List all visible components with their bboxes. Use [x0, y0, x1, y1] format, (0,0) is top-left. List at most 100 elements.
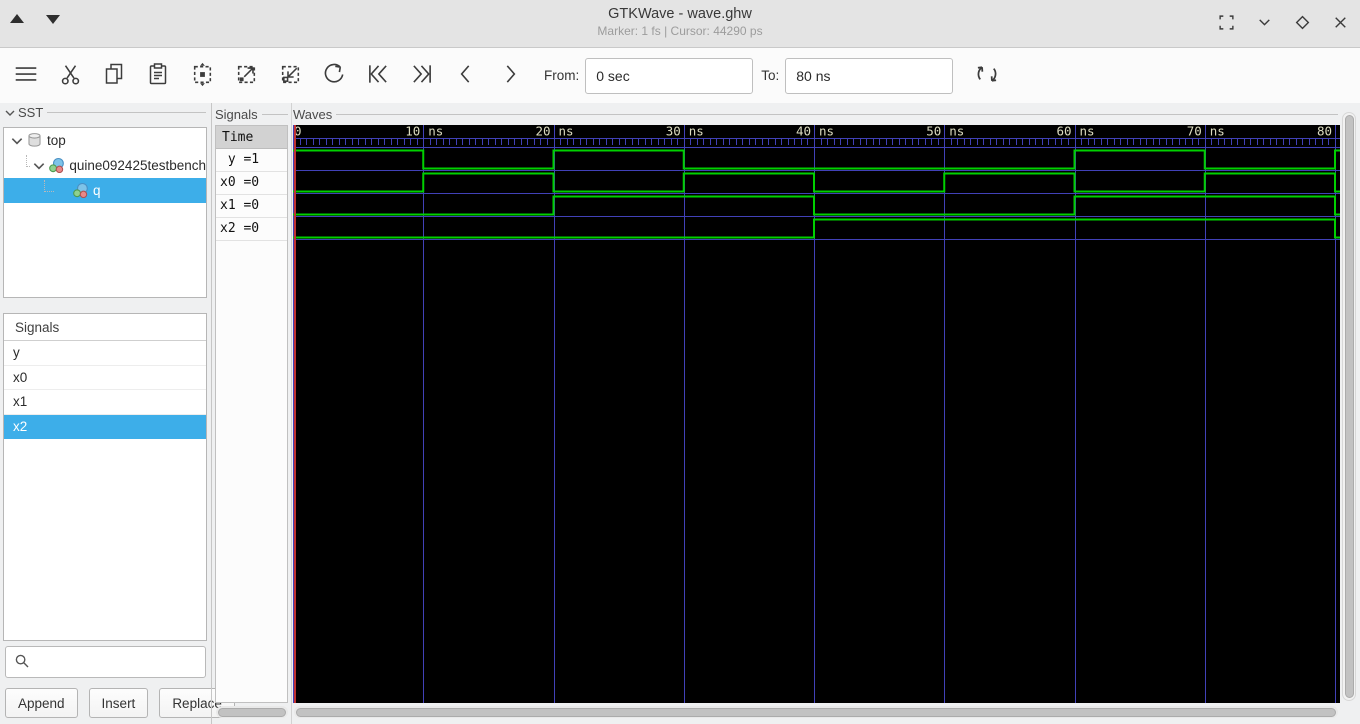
time-header: Time [216, 126, 287, 149]
chevron-down-icon[interactable] [10, 134, 24, 148]
undo-button[interactable] [312, 56, 356, 96]
svg-text:ns: ns [819, 125, 834, 139]
signal-list-item-x2[interactable]: x2 [4, 414, 206, 439]
tree-guide-line [26, 154, 31, 167]
reload-button[interactable] [965, 56, 1009, 96]
from-input[interactable] [585, 57, 754, 94]
minimize-icon [1256, 14, 1273, 34]
collapse-sst-icon[interactable] [4, 107, 16, 119]
from-label: From: [544, 68, 580, 83]
signal-search-frame: Signals y x0 x1 x2 [3, 313, 207, 641]
module-icon [72, 182, 89, 199]
signal-search-box [5, 646, 212, 678]
tree-item-label: quine092425testbench [69, 158, 206, 173]
copy-icon [102, 62, 126, 89]
sst-frame-label: SST [4, 105, 206, 120]
append-button[interactable]: Append [5, 688, 78, 718]
maximize-icon [1294, 14, 1311, 34]
splitter-right[interactable] [291, 103, 292, 724]
zoom-in-icon [234, 62, 259, 90]
signal-list-item-x1[interactable]: x1 [4, 390, 206, 415]
chevron-down-icon[interactable] [32, 159, 46, 173]
svg-text:ns: ns [1210, 125, 1225, 139]
paste-icon [146, 62, 170, 89]
tree-item-top[interactable]: top [4, 128, 206, 153]
signal-value-row[interactable]: x2 =0 [216, 218, 287, 241]
waves-frame-label: Waves [293, 107, 1338, 122]
signal-list-item-x0[interactable]: x0 [4, 366, 206, 390]
close-button[interactable] [1328, 12, 1352, 36]
svg-text:ns: ns [559, 125, 574, 139]
sst-label-text: SST [18, 105, 44, 120]
to-input[interactable] [785, 57, 954, 94]
names-frame-label: Signals [215, 107, 288, 122]
trace-x2 [293, 218, 1340, 239]
svg-text:60: 60 [1056, 125, 1071, 139]
marker-cursor-status: Marker: 1 fs | Cursor: 44290 ps [597, 24, 763, 38]
names-label-text: Signals [215, 107, 258, 122]
waves-vertical-scrollbar[interactable] [1342, 112, 1356, 701]
reload-icon [973, 60, 1001, 91]
undo-icon [321, 61, 347, 90]
zoom-fit-icon [190, 62, 215, 90]
copy-button[interactable] [92, 56, 136, 96]
svg-text:50: 50 [926, 125, 941, 139]
window-title: GTKWave - wave.ghw [608, 6, 752, 22]
maximize-button[interactable] [1290, 12, 1314, 36]
trace-x0 [293, 172, 1340, 193]
skip-to-start-button[interactable] [356, 56, 400, 96]
signals-frame-label: Signals [4, 314, 206, 341]
waveform-canvas[interactable]: 010ns20ns30ns40ns50ns60ns70ns80ns [293, 125, 1340, 703]
skip-to-end-button[interactable] [400, 56, 444, 96]
paste-button[interactable] [136, 56, 180, 96]
signal-list-item-y[interactable]: y [4, 341, 206, 366]
step-back-button[interactable] [444, 56, 488, 96]
signal-names-column: Time y =1 x0 =0 x1 =0 x2 =0 [215, 125, 288, 703]
svg-text:20: 20 [535, 125, 550, 139]
svg-text:ns: ns [428, 125, 443, 139]
step-back-icon [453, 61, 479, 90]
minimize-button[interactable] [1252, 12, 1276, 36]
tree-guide-line [44, 179, 54, 192]
step-forward-icon [497, 61, 523, 90]
signal-value-row[interactable]: x1 =0 [216, 195, 287, 218]
svg-text:10: 10 [405, 125, 420, 139]
cut-button[interactable] [48, 56, 92, 96]
search-icon [14, 653, 30, 672]
skip-to-start-icon [365, 61, 391, 90]
svg-text:ns: ns [689, 125, 704, 139]
module-icon [48, 157, 65, 174]
zoom-fit-button[interactable] [180, 56, 224, 96]
search-input[interactable] [36, 647, 212, 677]
step-forward-button[interactable] [488, 56, 532, 96]
tree-item-quine092425testbench[interactable]: quine092425testbench [4, 153, 206, 178]
svg-text:80: 80 [1317, 125, 1332, 139]
title-bar: GTKWave - wave.ghw Marker: 1 fs | Cursor… [0, 0, 1360, 48]
tree-item-label: top [47, 133, 66, 148]
to-label: To: [761, 68, 780, 83]
trace-x1 [293, 195, 1340, 216]
tree-item-label: q [93, 183, 101, 198]
waves-label-text: Waves [293, 107, 333, 122]
svg-text:30: 30 [666, 125, 681, 139]
waves-horizontal-scrollbar[interactable] [294, 706, 1338, 718]
splitter-left[interactable] [211, 103, 212, 724]
signal-value-row[interactable]: x0 =0 [216, 172, 287, 195]
zoom-in-button[interactable] [224, 56, 268, 96]
menu-icon [13, 61, 39, 90]
skip-to-end-icon [409, 61, 435, 90]
fullscreen-button[interactable] [1214, 12, 1238, 36]
menu-button[interactable] [4, 56, 48, 96]
names-horizontal-scrollbar[interactable] [216, 706, 288, 718]
insert-button[interactable]: Insert [88, 688, 149, 718]
svg-text:ns: ns [949, 125, 964, 139]
gtkwave-window: { "window": { "title": "GTKWave - wave.g… [0, 0, 1360, 724]
tree-item-q[interactable]: q [4, 178, 206, 203]
zoom-out-button[interactable] [268, 56, 312, 96]
close-icon [1332, 14, 1349, 34]
cut-icon [58, 62, 83, 90]
cylinder-icon [26, 132, 43, 149]
svg-text:40: 40 [796, 125, 811, 139]
signal-value-row[interactable]: y =1 [216, 149, 287, 172]
sst-tree: top quine092425testbench q [3, 127, 207, 298]
